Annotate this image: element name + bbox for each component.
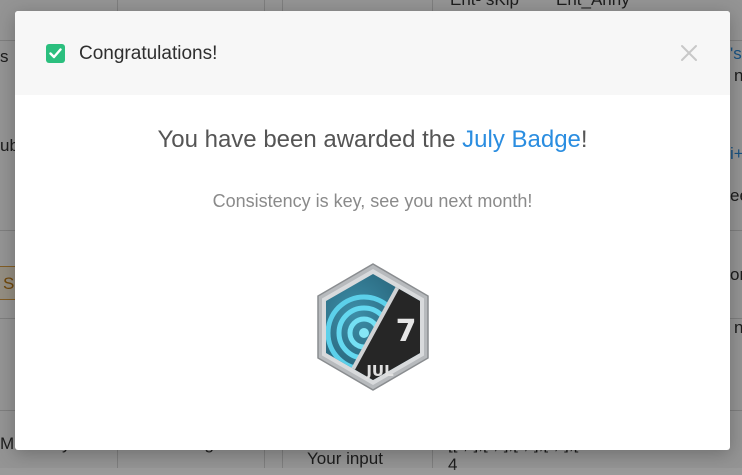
badge-month: JUL: [365, 362, 394, 380]
headline-suffix: !: [580, 126, 588, 153]
july-badge-image: 7 JUL: [312, 261, 434, 393]
checkmark-icon: [46, 44, 65, 63]
dialog-header: Congratulations!: [15, 11, 730, 95]
dialog-title: Congratulations!: [79, 43, 218, 64]
close-icon[interactable]: [679, 43, 699, 63]
badge-number: 7: [396, 314, 417, 349]
award-headline: You have been awarded the July Badge!: [15, 126, 730, 154]
badge-award-dialog: Congratulations! You have been awarded t…: [15, 11, 730, 450]
headline-text: You have been awarded the: [157, 126, 463, 153]
award-message: Consistency is key, see you next month!: [212, 191, 533, 211]
badge-name-link[interactable]: July Badge: [462, 126, 581, 153]
